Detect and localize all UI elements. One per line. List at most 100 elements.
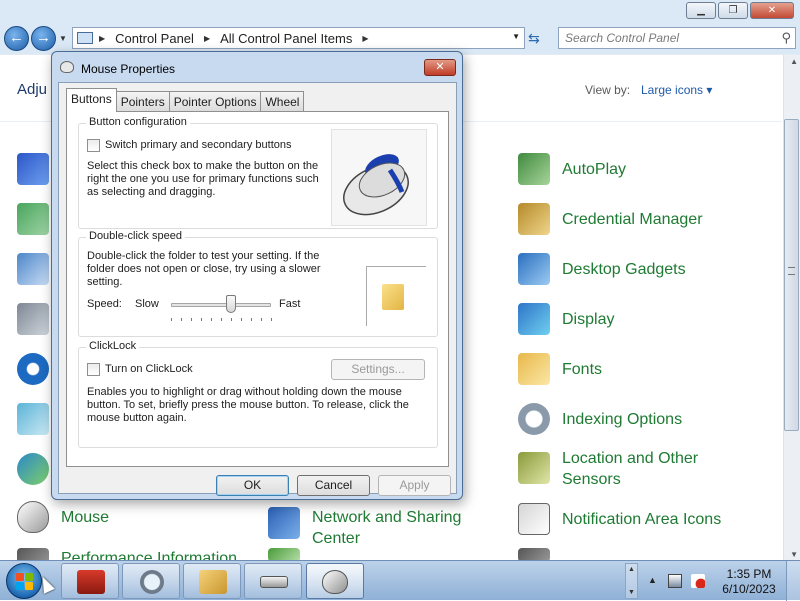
show-desktop-button[interactable] [786, 561, 800, 601]
action-center-flag-icon[interactable] [17, 153, 49, 185]
search-placeholder: Search Control Panel [565, 31, 680, 45]
page-heading: Adju [17, 81, 48, 98]
network-icon[interactable] [668, 574, 682, 588]
cp-item-label: Network and Sharing Center [312, 509, 462, 547]
scrollbar-thumb[interactable] [784, 119, 799, 431]
clicklock-label[interactable]: Turn on ClickLock [105, 363, 193, 376]
scroll-up-icon[interactable]: ▲ [628, 566, 635, 573]
vertical-scrollbar[interactable]: ▲ ▼ [783, 55, 800, 561]
forward-arrow-icon[interactable]: → [31, 26, 56, 51]
date-time-icon[interactable] [17, 253, 49, 285]
slider-tick [261, 318, 262, 321]
dialog-titlebar[interactable]: Mouse Properties ✕ [52, 52, 462, 82]
internet-options-icon[interactable] [17, 453, 49, 485]
tab-buttons[interactable]: Buttons [66, 88, 117, 112]
network-sharing-icon [268, 507, 300, 539]
group-title: ClickLock [86, 340, 140, 352]
cp-item-label: Display [562, 310, 615, 328]
group-title: Double-click speed [86, 230, 185, 242]
apply-button[interactable]: Apply [378, 475, 451, 496]
breadcrumb-separator-icon[interactable]: ▶ [362, 34, 368, 43]
folder-tasks-icon [199, 570, 227, 594]
address-bar[interactable]: ▶ Control Panel ▶ All Control Panel Item… [72, 27, 525, 49]
back-arrow-icon[interactable]: ← [4, 26, 29, 51]
slider-tick [221, 318, 222, 321]
windows-logo-icon [16, 573, 34, 591]
fast-label: Fast [279, 298, 301, 310]
cp-item-desktop-gadgets[interactable]: Desktop Gadgets [518, 253, 686, 285]
cp-item-credential-manager[interactable]: Credential Manager [518, 203, 703, 235]
getting-started-icon[interactable] [17, 403, 49, 435]
taskbar-app-mouse[interactable] [306, 563, 364, 599]
mouse-properties-dialog: Mouse Properties ✕ Buttons Pointers Poin… [51, 51, 463, 500]
display-icon [518, 303, 550, 335]
tab-pointers[interactable]: Pointers [115, 91, 170, 111]
folder-icon[interactable] [382, 284, 404, 310]
slider-tick [211, 318, 212, 321]
breadcrumb-control-panel[interactable]: Control Panel [115, 31, 194, 46]
cp-item-label: Location and Other Sensors [562, 450, 699, 488]
ok-button[interactable]: OK [216, 475, 289, 496]
breadcrumb-separator-icon[interactable]: ▶ [99, 34, 105, 43]
scroll-up-icon[interactable]: ▲ [790, 57, 798, 66]
ease-of-access-icon[interactable] [17, 353, 49, 385]
cp-item-indexing-options[interactable]: Indexing Options [518, 403, 682, 435]
breadcrumb-all-items[interactable]: All Control Panel Items [220, 31, 352, 46]
backup-restore-icon[interactable] [17, 203, 49, 235]
view-by-dropdown[interactable]: Large icons ▾ [641, 83, 712, 97]
slow-label: Slow [135, 298, 159, 310]
breadcrumb-separator-icon[interactable]: ▶ [204, 34, 210, 43]
speed-label: Speed: [87, 298, 122, 310]
double-click-speed-group: Double-click speed Double-click the fold… [78, 230, 438, 337]
cp-item-notification-area[interactable]: Notification Area Icons [518, 503, 721, 535]
double-click-speed-slider[interactable] [226, 295, 236, 313]
tab-wheel[interactable]: Wheel [260, 91, 305, 111]
taskbar-app-search[interactable] [122, 563, 180, 599]
clicklock-description: Enables you to highlight or drag without… [87, 386, 409, 424]
button-config-description: Select this check box to make the button… [87, 160, 319, 198]
fonts-icon [518, 353, 550, 385]
dialog-close-button[interactable]: ✕ [424, 59, 456, 76]
toolbox-icon [77, 570, 105, 594]
taskbar-app-keyboard[interactable] [244, 563, 302, 599]
clicklock-group: ClickLock Turn on ClickLock Settings... … [78, 340, 438, 448]
cp-item-autoplay[interactable]: AutoPlay [518, 153, 626, 185]
taskbar-app-toolbox[interactable] [61, 563, 119, 599]
clicklock-settings-button[interactable]: Settings... [331, 359, 425, 380]
volume-muted-icon[interactable] [691, 574, 705, 588]
cp-item-fonts[interactable]: Fonts [518, 353, 602, 385]
recent-pages-dropdown-icon[interactable]: ▼ [59, 34, 67, 43]
minimize-button[interactable]: ▁ [686, 2, 716, 19]
refresh-icon[interactable]: ⇆ [528, 30, 540, 47]
switch-buttons-checkbox[interactable] [87, 139, 100, 152]
switch-buttons-label[interactable]: Switch primary and secondary buttons [105, 139, 291, 152]
clock-time: 1:35 PM [726, 567, 772, 581]
test-folder-area[interactable] [366, 266, 426, 326]
double-click-speed-track[interactable] [171, 303, 271, 307]
show-hidden-icons-icon[interactable]: ▲ [648, 575, 657, 585]
cp-item-label: Notification Area Icons [562, 510, 722, 528]
clock[interactable]: 1:35 PM 6/10/2023 [718, 567, 780, 597]
cp-item-display[interactable]: Display [518, 303, 614, 335]
tab-pointer-options[interactable]: Pointer Options [168, 91, 262, 111]
slider-tick [191, 318, 192, 321]
scroll-down-icon[interactable]: ▼ [790, 550, 798, 559]
cp-item-network-sharing[interactable]: Network and Sharing Center [268, 507, 462, 549]
search-icon[interactable]: ⚲ [781, 30, 791, 46]
cp-item-label: Fonts [562, 360, 603, 378]
scroll-down-icon[interactable]: ▼ [628, 589, 635, 596]
cp-item-mouse[interactable]: Mouse [17, 501, 109, 533]
cp-item-location-sensors[interactable]: Location and Other Sensors [518, 448, 712, 490]
maximize-button[interactable]: ❐ [718, 2, 748, 19]
slider-tick [271, 318, 272, 321]
taskbar-scroll[interactable]: ▲ ▼ [625, 563, 638, 599]
taskbar-app-folder[interactable] [183, 563, 241, 599]
notification-area-icon [518, 503, 550, 535]
start-button[interactable] [6, 563, 42, 599]
clicklock-checkbox[interactable] [87, 363, 100, 376]
close-window-button[interactable]: ✕ [750, 2, 794, 19]
search-input[interactable]: Search Control Panel ⚲ [558, 27, 796, 49]
address-dropdown-icon[interactable]: ▼ [512, 32, 520, 41]
device-manager-icon[interactable] [17, 303, 49, 335]
cancel-button[interactable]: Cancel [297, 475, 370, 496]
